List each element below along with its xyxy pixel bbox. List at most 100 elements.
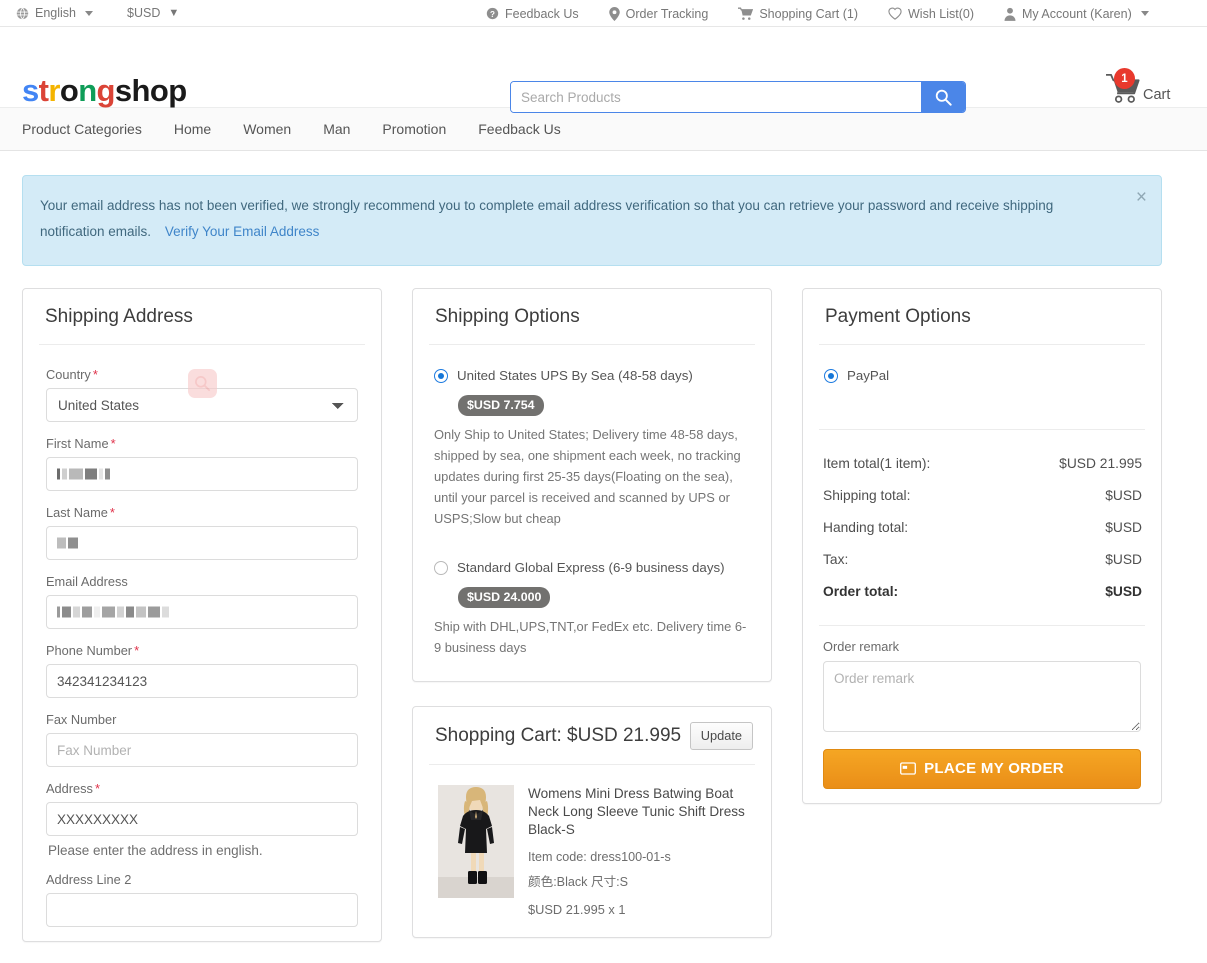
topbar-link-label: Wish List(0) [908, 6, 974, 21]
shipping-option-price: $USD 24.000 [458, 587, 551, 609]
first-name-wrapper [46, 457, 358, 491]
label-phone-number: Phone Number * [46, 643, 358, 658]
update-cart-button[interactable]: Update [689, 722, 753, 751]
radio-unselected-icon[interactable] [434, 561, 448, 576]
last-name-input[interactable] [46, 526, 358, 560]
header-cart-widget[interactable]: 1 Cart [1105, 68, 1171, 104]
svg-text:?: ? [490, 10, 495, 19]
field-email-address: Email Address [39, 574, 365, 629]
topbar-my-account[interactable]: My Account (Karen) [1004, 7, 1149, 21]
shipping-option-price: $USD 7.754 [458, 394, 544, 416]
email-wrapper [46, 595, 358, 629]
nav-item-man[interactable]: Man [323, 121, 350, 137]
logo-char: r [48, 73, 60, 108]
column-payment-options: Payment Options PayPal Item total(1 item… [802, 288, 1162, 942]
payment-method-row[interactable]: PayPal [824, 367, 1140, 385]
address-line-2-input[interactable] [46, 893, 358, 927]
nav-item-feedback-us[interactable]: Feedback Us [478, 121, 560, 137]
label-text: Phone Number [46, 643, 133, 658]
search-box [510, 81, 966, 113]
product-line-price: $USD 21.995 x 1 [528, 902, 626, 918]
product-variant: 颜色:Black 尺寸:S [528, 875, 629, 890]
required-marker: * [134, 643, 140, 658]
shipping-option-row[interactable]: Standard Global Express (6-9 business da… [434, 559, 752, 577]
total-row-order-total: Order total: $USD [823, 576, 1142, 608]
cart-count-badge: 1 [1114, 68, 1135, 89]
radio-selected-icon[interactable] [824, 369, 838, 383]
order-remark-textarea[interactable] [823, 660, 1141, 732]
required-marker: * [109, 505, 115, 520]
shipping-option-description: Ship with DHL,UPS,TNT,or FedEx etc. Deli… [434, 619, 747, 656]
close-icon[interactable]: × [1136, 188, 1147, 207]
nav-item-home[interactable]: Home [174, 121, 211, 137]
cart-title: Shopping Cart: $USD 21.995 [435, 725, 682, 747]
address-input[interactable] [46, 802, 358, 836]
search-icon-watermark-artifact [188, 369, 217, 398]
shipping-options-panel: Shipping Options United States UPS By Se… [412, 288, 772, 683]
total-row-shipping-total: Shipping total: $USD [823, 480, 1142, 512]
shipping-option-row[interactable]: United States UPS By Sea (48-58 days) [434, 367, 752, 385]
shopping-cart-panel: Shopping Cart: $USD 21.995 Update Womens… [412, 706, 772, 939]
product-name[interactable]: Womens Mini Dress Batwing Boat Neck Long… [528, 785, 751, 839]
last-name-wrapper [46, 526, 358, 560]
nav-item-promotion[interactable]: Promotion [382, 121, 446, 137]
total-label: Handing total: [823, 519, 909, 535]
panel-title-shipping-options: Shipping Options [429, 289, 755, 345]
total-row-tax: Tax: $USD [823, 544, 1142, 576]
total-label: Tax: [823, 551, 849, 567]
shipping-option-description: Only Ship to United States; Delivery tim… [434, 426, 741, 526]
language-selector[interactable]: English [16, 6, 93, 20]
search-icon [935, 89, 952, 106]
address-hint: Please enter the address in english. [48, 843, 263, 858]
payment-method-paypal[interactable]: PayPal [819, 367, 1145, 385]
total-label: Item total(1 item): [823, 455, 931, 471]
nav-item-women[interactable]: Women [243, 121, 291, 137]
phone-number-input[interactable] [46, 664, 358, 698]
place-my-order-button[interactable]: PLACE MY ORDER [823, 748, 1141, 789]
verify-email-link[interactable]: Verify Your Email Address [165, 224, 320, 239]
field-address: Address* Please enter the address in eng… [39, 781, 365, 858]
shipping-option-label: Standard Global Express (6-9 business da… [457, 560, 725, 576]
radio-selected-icon[interactable] [434, 369, 448, 383]
topbar-feedback-us[interactable]: ? Feedback Us [486, 7, 579, 21]
label-text: Last Name [46, 505, 108, 520]
search-submit-button[interactable] [921, 82, 965, 112]
question-circle-icon: ? [486, 7, 499, 20]
topbar-link-label: Order Tracking [625, 6, 709, 21]
label-text: Country [46, 367, 91, 382]
currency-selector[interactable]: $USD ▼ [127, 6, 179, 20]
shipping-option-ups-by-sea[interactable]: United States UPS By Sea (48-58 days) $U… [429, 367, 755, 529]
topbar-right-group: ? Feedback Us Order Tracking Shopping Ca… [486, 0, 1149, 27]
product-thumbnail[interactable] [438, 785, 514, 899]
topbar-shopping-cart[interactable]: Shopping Cart (1) [738, 7, 858, 21]
topbar-wish-list[interactable]: Wish List(0) [888, 7, 974, 21]
fax-number-input[interactable] [46, 733, 358, 767]
label-address: Address * [46, 781, 358, 796]
order-remark-section: Order remark PLACE MY ORDER [819, 624, 1145, 789]
search-input[interactable] [511, 82, 921, 112]
field-last-name: Last Name * [39, 505, 365, 560]
logo-char: o [59, 73, 79, 108]
field-first-name: First Name * [39, 436, 365, 491]
payment-options-panel: Payment Options PayPal Item total(1 item… [802, 288, 1162, 804]
logo-char: t [38, 73, 49, 108]
required-marker: * [110, 436, 116, 451]
currency-label: $USD [127, 6, 161, 20]
chevron-down-icon [1140, 11, 1149, 16]
column-shipping-options: Shipping Options United States UPS By Se… [412, 288, 772, 942]
top-utility-bar: English $USD ▼ ? Feedback Us Order Track… [0, 0, 1207, 27]
total-value: $USD 21.995 [1059, 455, 1142, 471]
label-fax-number: Fax Number [46, 712, 117, 727]
credit-card-icon [900, 762, 917, 775]
required-marker: * [92, 367, 98, 382]
label-email-address: Email Address [46, 574, 128, 589]
shipping-option-global-express[interactable]: Standard Global Express (6-9 business da… [429, 559, 755, 659]
nav-item-product-categories[interactable]: Product Categories [22, 121, 142, 137]
order-totals: Item total(1 item): $USD 21.995 Shipping… [819, 428, 1145, 608]
site-logo[interactable]: strongshop [22, 75, 187, 106]
topbar-order-tracking[interactable]: Order Tracking [608, 6, 709, 21]
map-pin-icon [608, 6, 620, 21]
cart-widget-label: Cart [1143, 87, 1171, 103]
product-item-code: Item code: dress100-01-s [528, 850, 671, 865]
total-row-handing-total: Handing total: $USD [823, 512, 1142, 544]
